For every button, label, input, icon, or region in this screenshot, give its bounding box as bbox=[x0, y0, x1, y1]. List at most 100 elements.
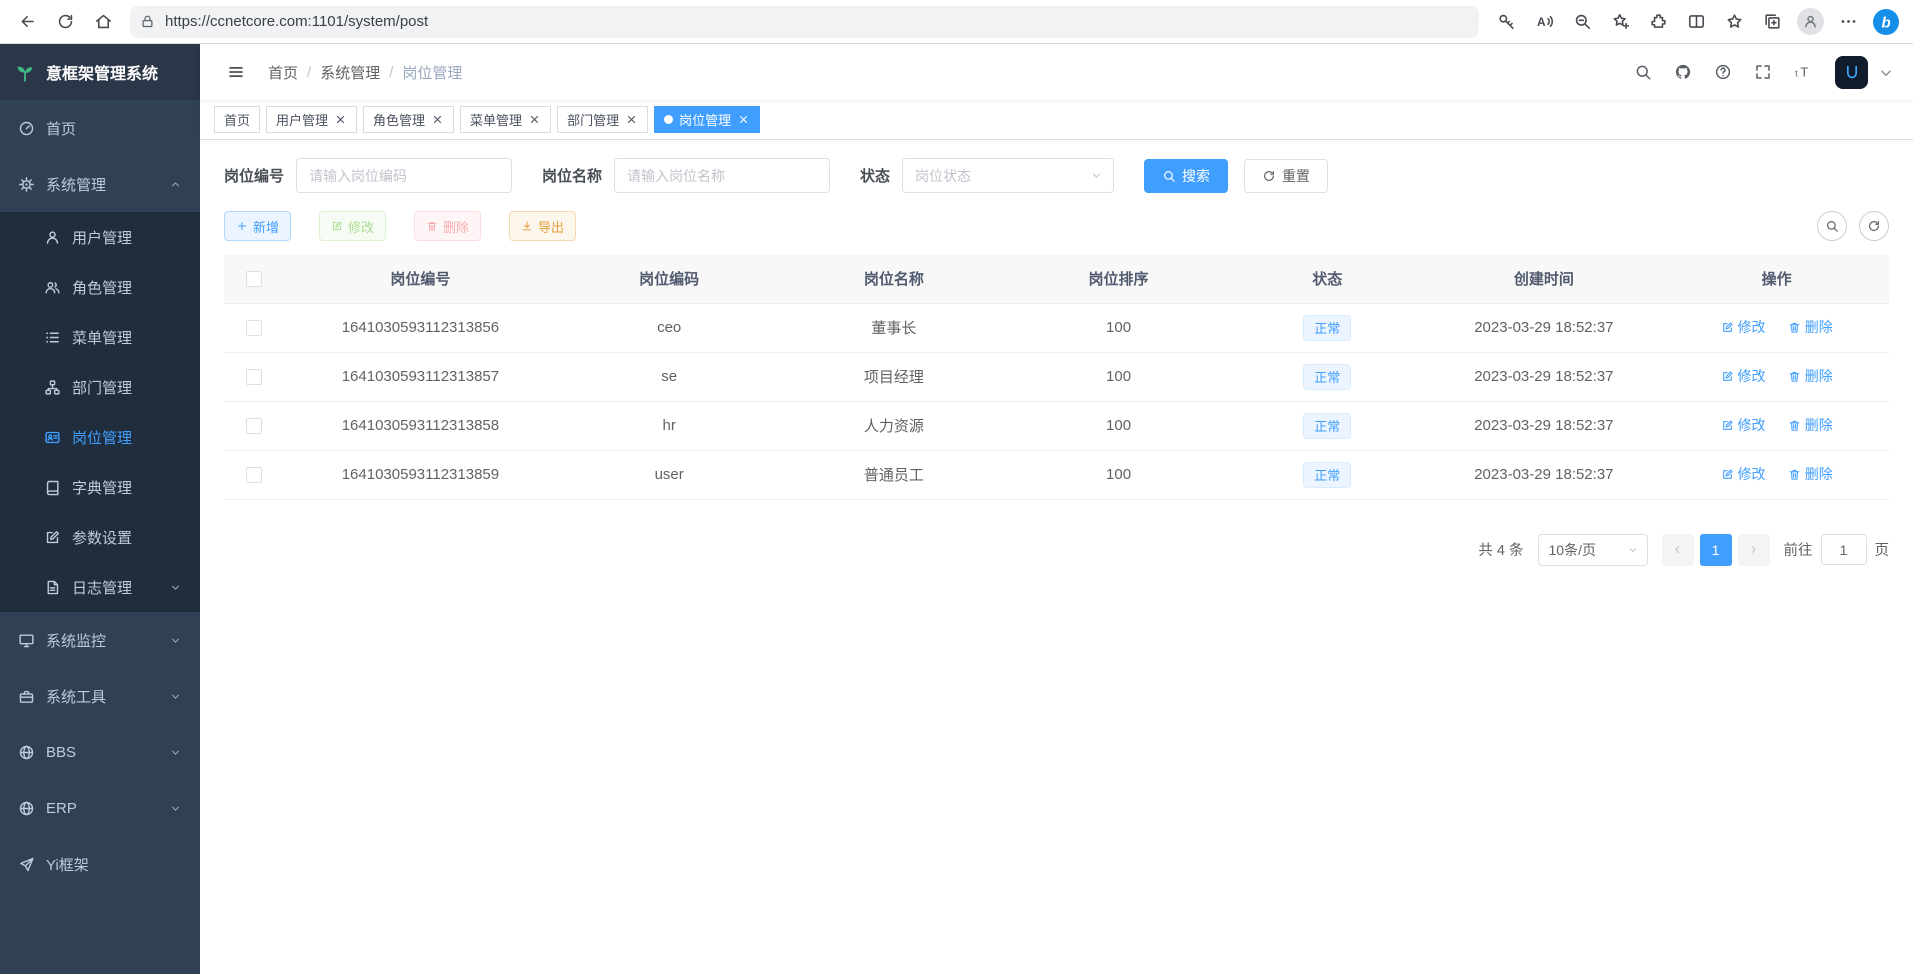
header-search-button[interactable] bbox=[1625, 54, 1661, 90]
reset-button[interactable]: 重置 bbox=[1244, 159, 1328, 193]
sidebar-item-yi-framework[interactable]: Yi框架 bbox=[0, 836, 200, 892]
sidebar-item-log-management[interactable]: 日志管理 bbox=[0, 562, 200, 612]
help-button[interactable] bbox=[1705, 54, 1741, 90]
row-checkbox[interactable] bbox=[246, 369, 262, 385]
saved-passwords-button[interactable] bbox=[1487, 3, 1525, 41]
sprout-icon bbox=[14, 61, 36, 83]
refresh-table-button[interactable] bbox=[1859, 211, 1889, 241]
pagination-total: 共 4 条 bbox=[1478, 539, 1523, 560]
row-checkbox[interactable] bbox=[246, 320, 262, 336]
close-icon[interactable] bbox=[737, 113, 750, 126]
cell-post-code: se bbox=[557, 352, 782, 401]
tab-menu-management[interactable]: 菜单管理 bbox=[460, 106, 551, 133]
browser-menu-button[interactable] bbox=[1829, 3, 1867, 41]
close-icon[interactable] bbox=[334, 113, 347, 126]
row-delete-button[interactable]: 删除 bbox=[1788, 464, 1833, 484]
search-button-label: 搜索 bbox=[1182, 166, 1210, 186]
breadcrumb-home[interactable]: 首页 bbox=[268, 62, 298, 83]
breadcrumb-system[interactable]: 系统管理 bbox=[320, 62, 380, 83]
cell-post-id: 1641030593112313858 bbox=[284, 401, 557, 450]
users-icon bbox=[44, 279, 61, 296]
row-checkbox[interactable] bbox=[246, 418, 262, 434]
export-button[interactable]: 导出 bbox=[509, 211, 576, 241]
collections-button[interactable] bbox=[1753, 3, 1791, 41]
fullscreen-button[interactable] bbox=[1745, 54, 1781, 90]
search-button[interactable]: 搜索 bbox=[1144, 159, 1228, 193]
close-icon[interactable] bbox=[431, 113, 444, 126]
post-name-input[interactable] bbox=[614, 158, 830, 193]
add-button[interactable]: 新增 bbox=[224, 211, 291, 241]
back-button[interactable] bbox=[8, 3, 46, 41]
add-favorite-button[interactable] bbox=[1601, 3, 1639, 41]
tab-user-management[interactable]: 用户管理 bbox=[266, 106, 357, 133]
row-checkbox[interactable] bbox=[246, 467, 262, 483]
row-edit-button[interactable]: 修改 bbox=[1721, 464, 1766, 484]
sidebar-item-user-management[interactable]: 用户管理 bbox=[0, 212, 200, 262]
address-bar[interactable]: https://ccnetcore.com:1101/system/post bbox=[130, 6, 1479, 38]
row-delete-button[interactable]: 删除 bbox=[1788, 366, 1833, 386]
tab-home[interactable]: 首页 bbox=[214, 106, 260, 133]
select-all-checkbox[interactable] bbox=[246, 271, 262, 287]
menu-toggle-icon bbox=[227, 63, 245, 81]
row-delete-button[interactable]: 删除 bbox=[1788, 415, 1833, 435]
sidebar-item-post-management[interactable]: 岗位管理 bbox=[0, 412, 200, 462]
back-icon bbox=[18, 12, 37, 31]
row-edit-button[interactable]: 修改 bbox=[1721, 415, 1766, 435]
next-page-button[interactable] bbox=[1738, 534, 1770, 566]
sidebar-item-bbs[interactable]: BBS bbox=[0, 724, 200, 780]
close-icon[interactable] bbox=[528, 113, 541, 126]
chevron-down-icon bbox=[169, 634, 182, 647]
read-aloud-button[interactable] bbox=[1525, 3, 1563, 41]
sidebar-item-home[interactable]: 首页 bbox=[0, 100, 200, 156]
github-link[interactable] bbox=[1665, 54, 1701, 90]
lock-icon[interactable] bbox=[140, 14, 155, 29]
home-button[interactable] bbox=[84, 3, 122, 41]
delete-button[interactable]: 删除 bbox=[414, 211, 481, 241]
sidebar-item-system-monitor[interactable]: 系统监控 bbox=[0, 612, 200, 668]
reload-button[interactable] bbox=[46, 3, 84, 41]
sidebar-item-erp[interactable]: ERP bbox=[0, 780, 200, 836]
user-avatar[interactable] bbox=[1835, 56, 1868, 89]
help-icon bbox=[1714, 63, 1732, 81]
toggle-search-button[interactable] bbox=[1817, 211, 1847, 241]
find-zoom-button[interactable] bbox=[1563, 3, 1601, 41]
row-delete-button[interactable]: 删除 bbox=[1788, 317, 1833, 337]
tab-dept-management[interactable]: 部门管理 bbox=[557, 106, 648, 133]
row-edit-button[interactable]: 修改 bbox=[1721, 317, 1766, 337]
sidebar-item-label: 日志管理 bbox=[72, 577, 132, 598]
sidebar-item-menu-management[interactable]: 菜单管理 bbox=[0, 312, 200, 362]
profile-icon bbox=[1797, 8, 1824, 35]
sidebar-item-dept-management[interactable]: 部门管理 bbox=[0, 362, 200, 412]
chevron-down-icon bbox=[1627, 544, 1639, 556]
prev-page-button[interactable] bbox=[1662, 534, 1694, 566]
export-icon bbox=[521, 220, 533, 232]
row-edit-button[interactable]: 修改 bbox=[1721, 366, 1766, 386]
cell-created: 2023-03-29 18:52:37 bbox=[1424, 303, 1665, 352]
bing-copilot-button[interactable] bbox=[1867, 3, 1905, 41]
font-size-button[interactable] bbox=[1785, 54, 1821, 90]
extensions-button[interactable] bbox=[1639, 3, 1677, 41]
goto-page-input[interactable] bbox=[1821, 534, 1867, 565]
favorites-button[interactable] bbox=[1715, 3, 1753, 41]
page-number-1[interactable]: 1 bbox=[1700, 534, 1732, 566]
sidebar-item-param-settings[interactable]: 参数设置 bbox=[0, 512, 200, 562]
sidebar-item-system-tools[interactable]: 系统工具 bbox=[0, 668, 200, 724]
sidebar-item-role-management[interactable]: 角色管理 bbox=[0, 262, 200, 312]
tab-role-management[interactable]: 角色管理 bbox=[363, 106, 454, 133]
row-delete-label: 删除 bbox=[1805, 415, 1833, 435]
status-select[interactable]: 岗位状态 bbox=[902, 158, 1114, 193]
sidebar-item-label: 岗位管理 bbox=[72, 427, 132, 448]
sidebar-toggle[interactable] bbox=[218, 54, 254, 90]
chevron-down-icon bbox=[1090, 169, 1103, 182]
caret-down-icon[interactable] bbox=[1877, 64, 1895, 82]
page-size-select[interactable]: 10条/页 bbox=[1538, 534, 1648, 566]
browser-profile-button[interactable] bbox=[1791, 3, 1829, 41]
edit-button[interactable]: 修改 bbox=[319, 211, 386, 241]
post-code-input[interactable] bbox=[296, 158, 512, 193]
sidebar-item-dict-management[interactable]: 字典管理 bbox=[0, 462, 200, 512]
sidebar-item-system-management[interactable]: 系统管理 bbox=[0, 156, 200, 212]
tab-post-management[interactable]: 岗位管理 bbox=[654, 106, 760, 133]
close-icon[interactable] bbox=[625, 113, 638, 126]
sidebar-item-label: 系统工具 bbox=[46, 686, 106, 707]
split-screen-button[interactable] bbox=[1677, 3, 1715, 41]
